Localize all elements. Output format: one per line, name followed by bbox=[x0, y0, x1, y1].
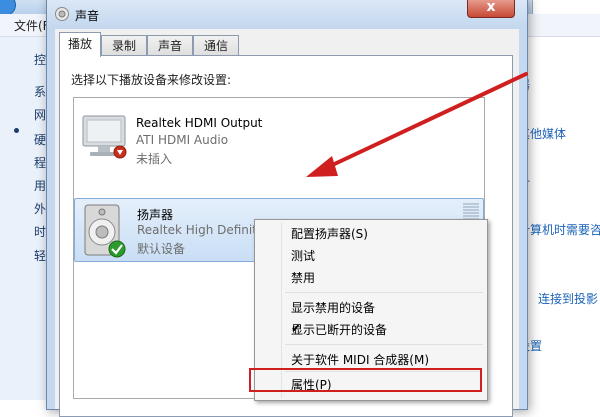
annotation-arrow-icon bbox=[306, 72, 528, 177]
tab-playback[interactable]: 播放 bbox=[59, 32, 101, 57]
